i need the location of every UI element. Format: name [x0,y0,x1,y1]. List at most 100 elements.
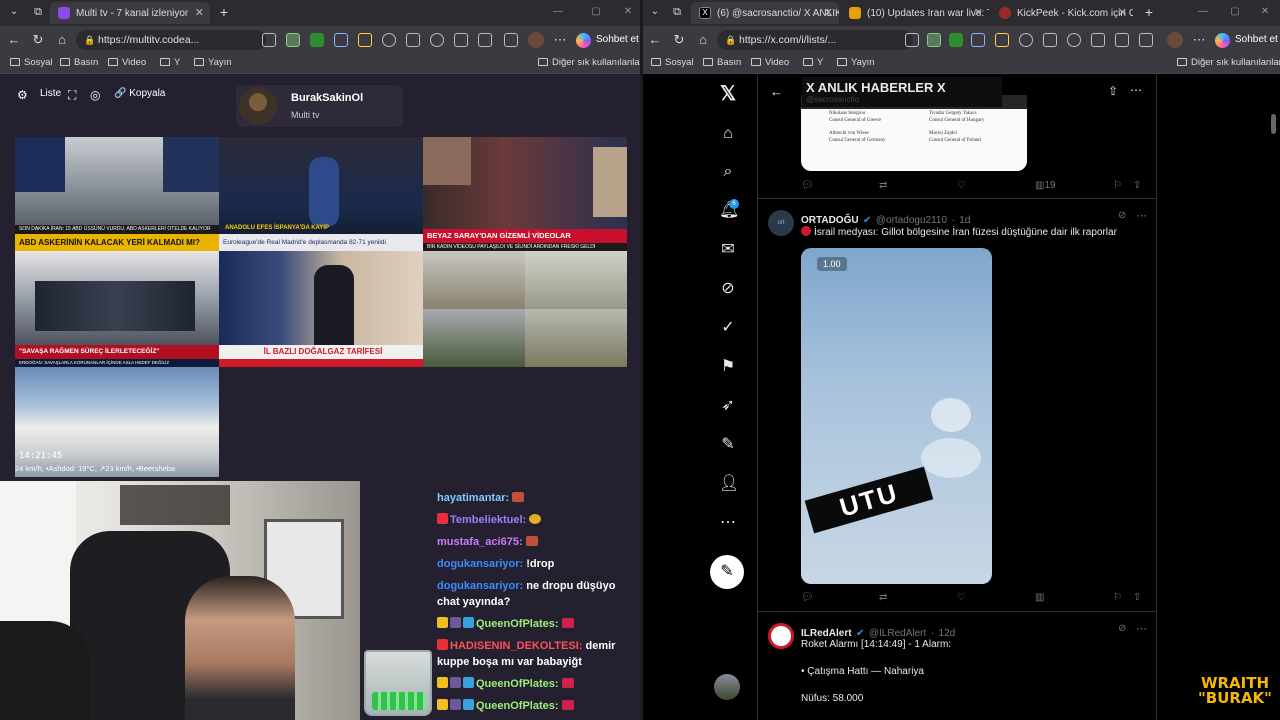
post-more-icon[interactable]: ⋯ [1136,622,1147,635]
bookmark-folder[interactable]: Sosyal [651,57,694,68]
grok-icon[interactable]: ⊘ [1118,623,1126,634]
tab-actions-icon[interactable]: ⌄ [6,4,22,20]
extension-icon[interactable] [949,33,963,47]
more-icon[interactable]: ⋯ [1191,32,1207,48]
scrollbar-thumb[interactable] [1271,114,1276,134]
back-icon[interactable]: ← [647,32,663,48]
new-tab-icon[interactable]: + [216,4,232,20]
chat-username[interactable]: QueenOfPlates: [476,678,559,690]
avatar[interactable] [528,32,544,48]
author-name[interactable]: ILRedAlert [801,628,852,639]
workspaces-icon[interactable]: ⧉ [30,4,46,20]
copilot-button[interactable]: Sohbet et [574,30,639,50]
bookmark-folder[interactable]: Video [751,57,789,68]
bookmark-folder[interactable]: Sosyal [10,57,53,68]
compose-icon[interactable]: ✎ [719,436,737,454]
reader-icon[interactable] [905,33,919,47]
fullscreen-icon[interactable]: ⛶ [68,88,76,103]
back-icon[interactable]: ← [6,32,22,48]
post-video[interactable]: 1.00 UTU [801,248,992,584]
new-tab-icon[interactable]: + [1141,4,1157,20]
chat-username[interactable]: HADISENIN_DEKOLTESI: [450,640,582,652]
more-icon[interactable]: ⋯ [552,32,568,48]
tab-actions-icon[interactable]: ⌄ [647,4,663,20]
views-icon[interactable]: ▥ [1035,592,1044,603]
chat-username[interactable]: dogukansariyor: [437,558,523,570]
shield-icon[interactable] [478,33,492,47]
other-bookmarks[interactable]: Diğer sık kullanılanlar [538,57,640,68]
chat-username[interactable]: QueenOfPlates: [476,618,559,630]
back-arrow-icon[interactable]: ← [770,84,783,99]
views-icon[interactable]: ▥ 19 [1035,180,1056,191]
bookmark-folder[interactable]: Video [108,57,146,68]
close-tab-icon[interactable]: ✕ [974,6,983,19]
bookmark-folder[interactable]: Y [160,57,180,68]
reader-icon[interactable] [262,33,276,47]
close-tab-icon[interactable]: ✕ [824,6,833,19]
tab-kickpeek[interactable]: KickPeek - Kick.com için Gerçek ✕ [991,2,1133,24]
address-bar[interactable]: 🔒 https://multitv.codea... [76,30,266,50]
tv-tile[interactable]: BİR KADIN VİDEOSU PAYLAŞILDI VE SİLİNDİ … [423,137,627,251]
more-icon[interactable]: ⋯ [1130,83,1142,97]
bookmark-folder[interactable]: Yayın [837,57,875,68]
shield-icon[interactable] [1115,33,1129,47]
streamer-profile[interactable]: BurakSakinOl Multi tv [236,85,403,127]
chat-username[interactable]: mustafa_aci675: [437,536,523,548]
tv-tile[interactable]: İL BAZLI DOĞALGAZ TARİFESİ [219,251,423,367]
tab-iran-war[interactable]: (10) Updates Iran war live: Trum ✕ [841,2,989,24]
share-icon[interactable]: ⇧ [1133,592,1141,603]
minimize-icon[interactable]: — [1195,4,1211,20]
bookmark-folder[interactable]: Basın [703,57,741,68]
refresh-ext-icon[interactable] [382,33,396,47]
address-bar[interactable]: 🔒 https://x.com/i/lists/... [717,30,913,50]
chat-username[interactable]: QueenOfPlates: [476,700,559,712]
maximize-icon[interactable]: ▢ [1227,4,1243,20]
bookmark-folder[interactable]: Y [803,57,823,68]
favorites-icon[interactable] [430,33,444,47]
list-button[interactable]: Liste [40,88,61,99]
tv-tile[interactable] [423,251,627,367]
close-window-icon[interactable]: ✕ [1257,4,1273,20]
search-icon[interactable]: ⌕ [719,163,737,181]
post[interactable]: ILRedAlert ✔ @ILRedAlert · 12d ⊘ ⋯ Roket… [758,613,1156,720]
like-icon[interactable]: ♡ [957,592,966,603]
avatar[interactable] [1167,32,1183,48]
repost-icon[interactable]: ⇄ [879,180,887,191]
minimize-icon[interactable]: — [550,4,566,20]
home-icon[interactable]: ⌂ [695,32,711,48]
collections-icon[interactable] [1091,33,1105,47]
translate-icon[interactable] [334,33,348,47]
author-avatar[interactable] [768,623,794,649]
repost-icon[interactable]: ⇄ [879,592,887,603]
tv-tile[interactable]: ANADOLU EFES İSPANYA'DA KAYIP Euroleague… [219,137,423,251]
bookmarks-icon[interactable]: ⚑ [719,358,737,376]
extension-icon[interactable] [310,33,324,47]
chat-username[interactable]: Tembeliektuel: [450,514,526,526]
translate-icon[interactable] [971,33,985,47]
grok-icon[interactable]: ⊘ [719,280,737,298]
settings-icon[interactable]: ⚙ [17,88,28,102]
profile-icon[interactable]: 👤︎ [719,475,739,493]
author-avatar[interactable]: ort [768,210,794,236]
maximize-icon[interactable]: ▢ [588,4,604,20]
tab-multitv[interactable]: Multi tv - 7 kanal izleniyor ✕ [50,2,210,24]
info-icon[interactable]: ◎ [90,88,100,102]
reply-icon[interactable]: 💬︎ [801,180,814,191]
x-logo-icon[interactable]: 𝕏 [719,84,737,104]
refresh-ext-icon[interactable] [1019,33,1033,47]
playback-speed[interactable]: 1.00 [817,257,847,271]
extension-icon[interactable] [358,33,372,47]
workspaces-icon[interactable]: ⧉ [669,4,685,20]
bookmark-folder[interactable]: Basın [60,57,98,68]
screenshot-icon[interactable] [1139,33,1153,47]
bookmark-folder[interactable]: Yayın [194,57,232,68]
other-bookmarks[interactable]: Diğer sık kullanılanlar [1177,57,1280,68]
tv-tile[interactable]: SON DAKİKA İRAN: 15 ABD ÜSSÜNÜ VURDU, AB… [15,137,219,251]
refresh-icon[interactable]: ↻ [671,32,687,48]
verified-icon[interactable]: ✓ [719,319,737,337]
home-icon[interactable]: ⌂ [719,125,737,143]
bookmark-icon[interactable]: ⚐ [1113,180,1122,191]
extension-icon[interactable] [927,33,941,47]
post-button[interactable]: ✎ [710,555,744,589]
close-tab-icon[interactable]: ✕ [195,6,204,19]
